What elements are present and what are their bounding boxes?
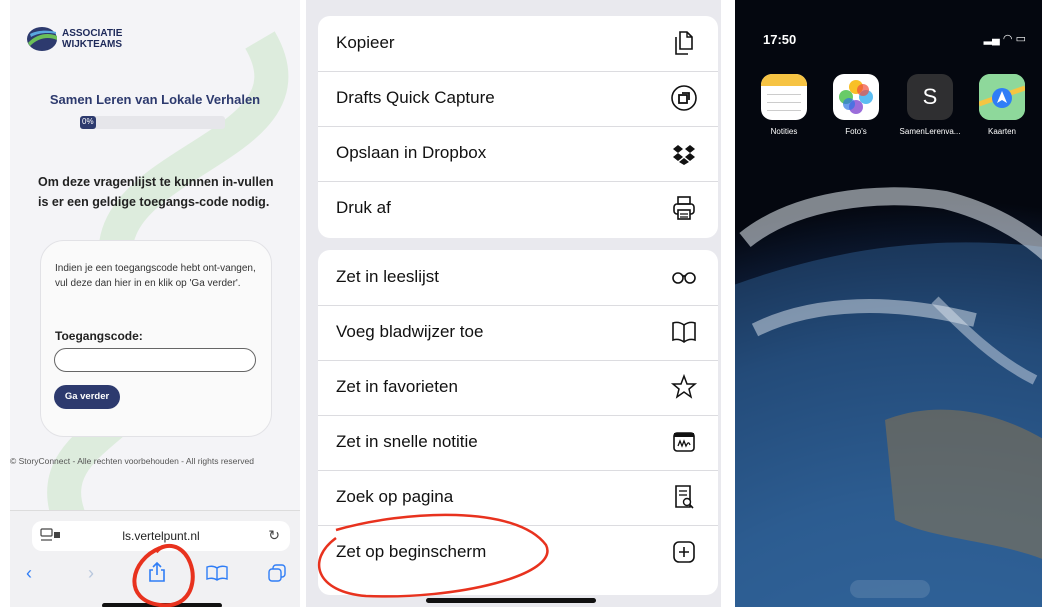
home-screen-panel: 17:50 ▂▄ ◠ ▭ Notities Foto's S SamenLere… — [735, 0, 1042, 607]
status-time: 17:50 — [763, 32, 797, 47]
samen-leren-app-icon[interactable]: S — [907, 74, 953, 120]
webpage-panel: ASSOCIATIE WIJKTEAMS Samen Leren van Lok… — [10, 0, 300, 607]
maps-app-icon[interactable] — [978, 74, 1026, 120]
status-icons: ▂▄ ◠ ▭ — [984, 32, 1026, 45]
app-label-maps: Kaarten — [987, 127, 1017, 136]
battery-icon: ▭ — [1015, 33, 1026, 45]
app-label-notes: Notities — [770, 127, 798, 136]
annotation-circle — [132, 543, 195, 607]
notes-app-icon[interactable] — [761, 74, 807, 120]
signal-icon: ▂▄ — [983, 33, 1000, 45]
wifi-icon: ◠ — [1002, 33, 1013, 45]
dock-area — [850, 580, 930, 598]
app-label-samen-leren: SamenLerenva... — [899, 127, 961, 136]
app-label-photos: Foto's — [845, 127, 867, 136]
share-sheet-panel: Kopieer Drafts Quick Capture Opslaan in … — [306, 0, 721, 607]
photos-app-icon[interactable] — [833, 74, 879, 120]
annotation-circle — [317, 513, 549, 598]
